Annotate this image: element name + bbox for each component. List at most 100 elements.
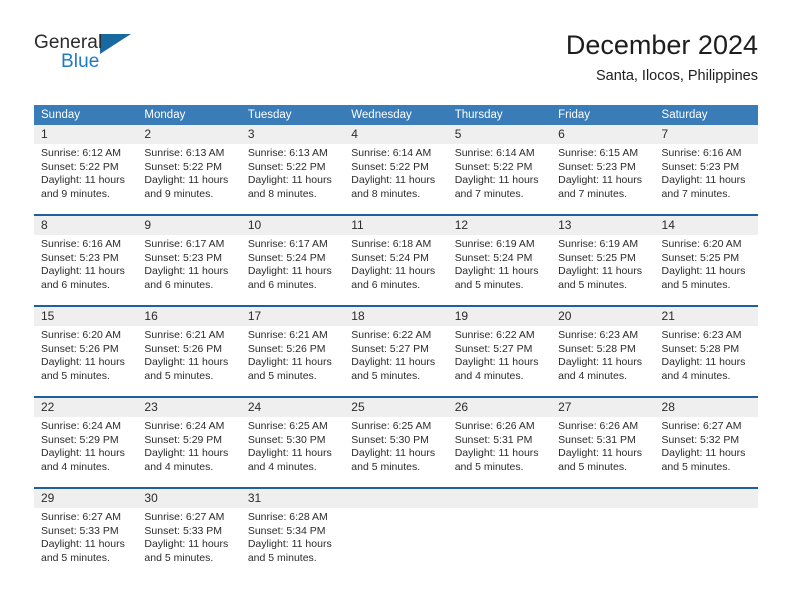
daylight-text-line2: and 4 minutes. bbox=[454, 369, 524, 382]
day-number[interactable]: 3 bbox=[241, 125, 344, 144]
day-cell[interactable]: Sunrise: 6:21 AM Sunset: 5:26 PM Dayligh… bbox=[241, 326, 344, 396]
sunset-text: Sunset: 5:31 PM bbox=[454, 433, 533, 446]
daylight-text-line1: Daylight: 11 hours bbox=[351, 356, 436, 369]
day-cell[interactable]: Sunrise: 6:12 AM Sunset: 5:22 PM Dayligh… bbox=[34, 144, 137, 214]
day-cell[interactable]: Sunrise: 6:27 AM Sunset: 5:32 PM Dayligh… bbox=[655, 417, 758, 487]
day-cell[interactable]: Sunrise: 6:26 AM Sunset: 5:31 PM Dayligh… bbox=[448, 417, 551, 487]
day-cell[interactable]: Sunrise: 6:14 AM Sunset: 5:22 PM Dayligh… bbox=[344, 144, 447, 214]
daylight-text-line2: and 8 minutes. bbox=[247, 187, 317, 200]
daylight-text-line1: Daylight: 11 hours bbox=[247, 447, 332, 460]
day-number[interactable]: 13 bbox=[551, 216, 654, 235]
day-number[interactable]: 23 bbox=[137, 398, 240, 417]
daylight-text-line1: Daylight: 11 hours bbox=[247, 538, 332, 551]
day-cell[interactable]: Sunrise: 6:13 AM Sunset: 5:22 PM Dayligh… bbox=[241, 144, 344, 214]
day-number[interactable]: 12 bbox=[448, 216, 551, 235]
sunset-text: Sunset: 5:22 PM bbox=[247, 160, 326, 173]
day-cell[interactable]: Sunrise: 6:19 AM Sunset: 5:25 PM Dayligh… bbox=[551, 235, 654, 305]
sunset-text: Sunset: 5:28 PM bbox=[661, 342, 740, 355]
calendar-week-row: 1 2 3 4 5 6 7 Sunrise: 6:12 AM Sunset: 5… bbox=[34, 125, 758, 216]
sunrise-text: Sunrise: 6:12 AM bbox=[41, 147, 121, 159]
daylight-text-line2: and 5 minutes. bbox=[41, 551, 110, 564]
day-cell[interactable]: Sunrise: 6:16 AM Sunset: 5:23 PM Dayligh… bbox=[655, 144, 758, 214]
day-cell[interactable]: Sunrise: 6:19 AM Sunset: 5:24 PM Dayligh… bbox=[448, 235, 551, 305]
daylight-text-line1: Daylight: 11 hours bbox=[41, 174, 125, 187]
day-number[interactable]: 4 bbox=[344, 125, 447, 144]
day-number[interactable]: 27 bbox=[551, 398, 654, 417]
day-number[interactable]: 7 bbox=[655, 125, 758, 144]
daylight-text-line2: and 5 minutes. bbox=[454, 460, 524, 473]
sunrise-text: Sunrise: 6:14 AM bbox=[454, 147, 535, 159]
day-cell[interactable]: Sunrise: 6:23 AM Sunset: 5:28 PM Dayligh… bbox=[551, 326, 654, 396]
day-cell[interactable]: Sunrise: 6:21 AM Sunset: 5:26 PM Dayligh… bbox=[137, 326, 240, 396]
triangle-icon bbox=[100, 34, 131, 54]
day-number[interactable]: 5 bbox=[448, 125, 551, 144]
day-number[interactable]: 10 bbox=[241, 216, 344, 235]
day-number[interactable]: 29 bbox=[34, 489, 137, 508]
sunset-text: Sunset: 5:24 PM bbox=[454, 251, 533, 264]
day-cell[interactable]: Sunrise: 6:23 AM Sunset: 5:28 PM Dayligh… bbox=[655, 326, 758, 396]
daylight-text-line2: and 8 minutes. bbox=[351, 187, 421, 200]
daylight-text-line2: and 6 minutes. bbox=[351, 278, 421, 291]
day-number[interactable]: 26 bbox=[448, 398, 551, 417]
day-number[interactable]: 2 bbox=[137, 125, 240, 144]
day-number[interactable]: 31 bbox=[241, 489, 344, 508]
day-cell[interactable]: Sunrise: 6:26 AM Sunset: 5:31 PM Dayligh… bbox=[551, 417, 654, 487]
day-cell[interactable]: Sunrise: 6:24 AM Sunset: 5:29 PM Dayligh… bbox=[137, 417, 240, 487]
day-number[interactable]: 8 bbox=[34, 216, 137, 235]
day-cell-empty bbox=[448, 508, 551, 578]
daylight-text-line1: Daylight: 11 hours bbox=[144, 447, 229, 460]
day-number[interactable]: 9 bbox=[137, 216, 240, 235]
day-number[interactable]: 19 bbox=[448, 307, 551, 326]
day-cell[interactable]: Sunrise: 6:20 AM Sunset: 5:26 PM Dayligh… bbox=[34, 326, 137, 396]
day-number[interactable]: 28 bbox=[655, 398, 758, 417]
day-cell[interactable]: Sunrise: 6:27 AM Sunset: 5:33 PM Dayligh… bbox=[137, 508, 240, 578]
day-number[interactable]: 17 bbox=[241, 307, 344, 326]
sunrise-text: Sunrise: 6:19 AM bbox=[558, 238, 639, 250]
daylight-text-line1: Daylight: 11 hours bbox=[454, 174, 539, 187]
day-number[interactable]: 6 bbox=[551, 125, 654, 144]
sunset-text: Sunset: 5:29 PM bbox=[41, 433, 119, 446]
day-number[interactable]: 14 bbox=[655, 216, 758, 235]
day-cell[interactable]: Sunrise: 6:17 AM Sunset: 5:24 PM Dayligh… bbox=[241, 235, 344, 305]
day-cell[interactable]: Sunrise: 6:22 AM Sunset: 5:27 PM Dayligh… bbox=[448, 326, 551, 396]
day-number[interactable]: 21 bbox=[655, 307, 758, 326]
day-number[interactable]: 25 bbox=[344, 398, 447, 417]
day-cell[interactable]: Sunrise: 6:17 AM Sunset: 5:23 PM Dayligh… bbox=[137, 235, 240, 305]
day-number[interactable]: 1 bbox=[34, 125, 137, 144]
day-cell[interactable]: Sunrise: 6:24 AM Sunset: 5:29 PM Dayligh… bbox=[34, 417, 137, 487]
daylight-text-line1: Daylight: 11 hours bbox=[558, 447, 642, 460]
day-number[interactable]: 16 bbox=[137, 307, 240, 326]
daylight-text-line1: Daylight: 11 hours bbox=[41, 356, 125, 369]
day-number[interactable]: 15 bbox=[34, 307, 137, 326]
daylight-text-line1: Daylight: 11 hours bbox=[144, 265, 229, 278]
day-number-band: 29 30 31 bbox=[34, 489, 758, 508]
day-number[interactable]: 18 bbox=[344, 307, 447, 326]
day-detail-band: Sunrise: 6:16 AM Sunset: 5:23 PM Dayligh… bbox=[34, 235, 758, 305]
daylight-text-line1: Daylight: 11 hours bbox=[247, 356, 332, 369]
day-number[interactable]: 30 bbox=[137, 489, 240, 508]
day-cell[interactable]: Sunrise: 6:16 AM Sunset: 5:23 PM Dayligh… bbox=[34, 235, 137, 305]
day-cell[interactable]: Sunrise: 6:13 AM Sunset: 5:22 PM Dayligh… bbox=[137, 144, 240, 214]
day-number-band: 22 23 24 25 26 27 28 bbox=[34, 398, 758, 417]
day-number[interactable]: 20 bbox=[551, 307, 654, 326]
day-number[interactable]: 22 bbox=[34, 398, 137, 417]
day-cell[interactable]: Sunrise: 6:20 AM Sunset: 5:25 PM Dayligh… bbox=[655, 235, 758, 305]
day-number[interactable]: 24 bbox=[241, 398, 344, 417]
day-cell[interactable]: Sunrise: 6:22 AM Sunset: 5:27 PM Dayligh… bbox=[344, 326, 447, 396]
day-number-empty bbox=[344, 489, 447, 508]
day-cell[interactable]: Sunrise: 6:14 AM Sunset: 5:22 PM Dayligh… bbox=[448, 144, 551, 214]
day-cell[interactable]: Sunrise: 6:25 AM Sunset: 5:30 PM Dayligh… bbox=[344, 417, 447, 487]
daylight-text-line2: and 9 minutes. bbox=[144, 187, 214, 200]
brand-logo[interactable]: General Blue bbox=[34, 32, 234, 88]
day-cell[interactable]: Sunrise: 6:18 AM Sunset: 5:24 PM Dayligh… bbox=[344, 235, 447, 305]
sunset-text: Sunset: 5:34 PM bbox=[247, 524, 326, 537]
sunrise-text: Sunrise: 6:13 AM bbox=[247, 147, 328, 159]
sunrise-text: Sunrise: 6:28 AM bbox=[247, 511, 328, 523]
day-cell[interactable]: Sunrise: 6:27 AM Sunset: 5:33 PM Dayligh… bbox=[34, 508, 137, 578]
day-cell[interactable]: Sunrise: 6:25 AM Sunset: 5:30 PM Dayligh… bbox=[241, 417, 344, 487]
day-number[interactable]: 11 bbox=[344, 216, 447, 235]
day-cell[interactable]: Sunrise: 6:28 AM Sunset: 5:34 PM Dayligh… bbox=[241, 508, 344, 578]
day-cell[interactable]: Sunrise: 6:15 AM Sunset: 5:23 PM Dayligh… bbox=[551, 144, 654, 214]
daylight-text-line2: and 5 minutes. bbox=[661, 460, 731, 473]
calendar-week-row: 8 9 10 11 12 13 14 Sunrise: 6:16 AM Suns… bbox=[34, 216, 758, 307]
